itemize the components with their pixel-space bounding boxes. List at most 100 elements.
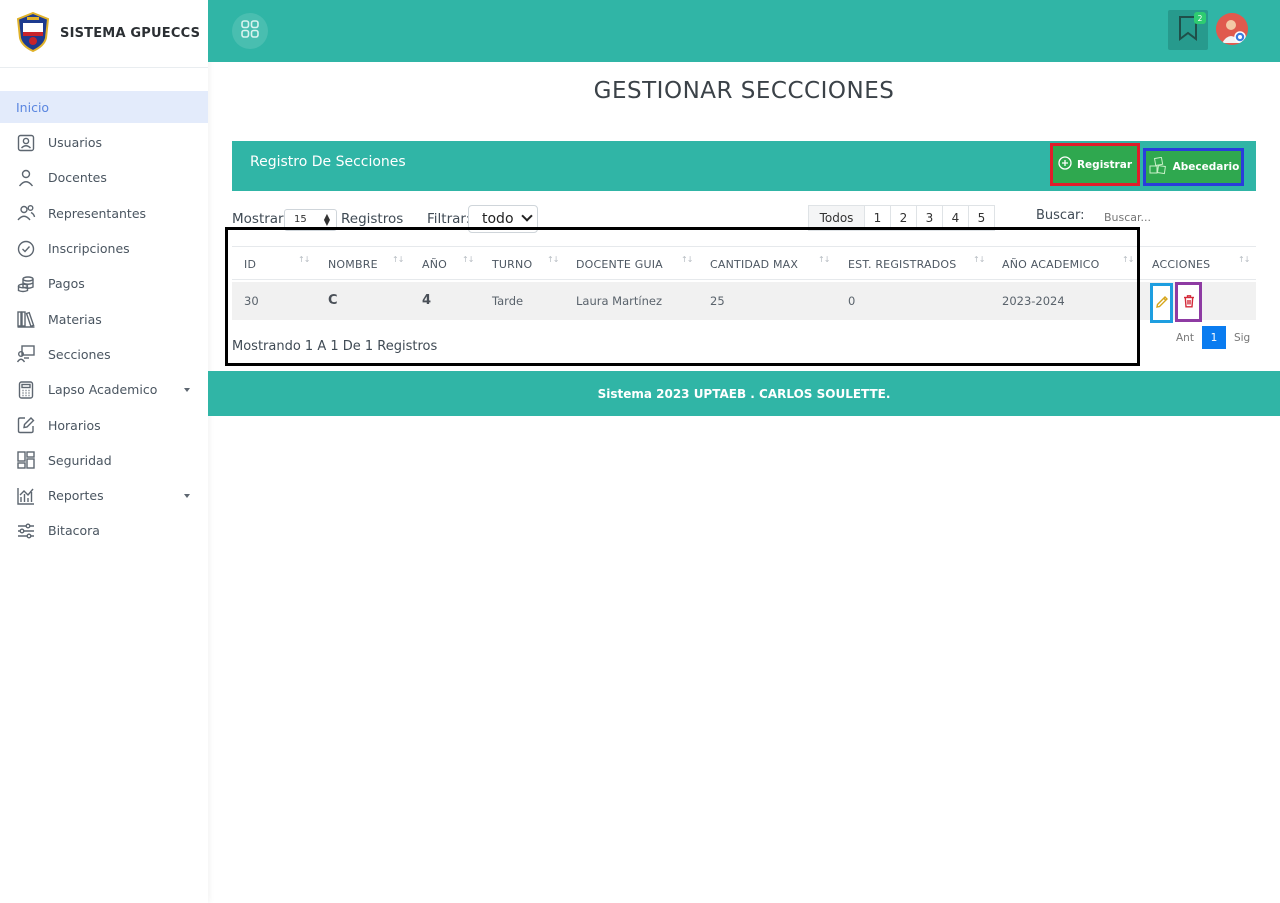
card-title: Registro De Secciones xyxy=(250,154,406,170)
plus-circle-icon xyxy=(1058,156,1072,173)
grid-icon xyxy=(240,19,260,43)
filter-select[interactable]: todo xyxy=(468,205,538,233)
pagination: Ant 1 Sig xyxy=(1176,326,1250,349)
register-button-label: Registrar xyxy=(1076,158,1133,171)
sort-icon[interactable]: ↑↓ xyxy=(298,255,310,264)
sort-icon[interactable]: ↑↓ xyxy=(1238,255,1250,264)
sidebar-item-bitacora[interactable]: Bitacora xyxy=(0,513,208,548)
column-header-acciones: ACCIONES xyxy=(1152,258,1211,271)
chevron-down-icon xyxy=(521,210,533,222)
pager-option[interactable]: 2 xyxy=(890,206,916,230)
cell-cantidad-max: 25 xyxy=(710,294,725,308)
sliders-icon xyxy=(16,521,36,541)
brand-name: SISTEMA GPUECCS xyxy=(60,26,201,41)
sort-icon[interactable]: ↑↓ xyxy=(547,255,559,264)
sidebar-item-reportes[interactable]: Reportes xyxy=(0,478,208,513)
current-page-button[interactable]: 1 xyxy=(1201,326,1226,349)
search-input[interactable] xyxy=(1100,206,1240,228)
page-size-value: 15 xyxy=(294,214,307,225)
check-circle-icon xyxy=(16,239,36,259)
show-label: Mostrar xyxy=(232,211,284,227)
pager-option[interactable]: 3 xyxy=(916,206,942,230)
spinner-arrows-icon: ▲ ▼ xyxy=(323,212,330,227)
column-header-docente-guia[interactable]: DOCENTE GUIA xyxy=(576,258,663,271)
sidebar-item-label: Representantes xyxy=(48,205,147,221)
filter-value: todo xyxy=(482,211,514,227)
sidebar-item-label: Inscripciones xyxy=(48,241,130,257)
pager-option[interactable]: 5 xyxy=(968,206,994,230)
column-header-anio[interactable]: AÑO xyxy=(422,258,447,271)
cell-turno: Tarde xyxy=(492,294,524,308)
edit-button[interactable] xyxy=(1150,283,1173,323)
column-header-est-registrados[interactable]: EST. REGISTRADOS xyxy=(848,258,956,271)
cell-nombre: C xyxy=(328,293,338,308)
sidebar-item-usuarios[interactable]: Usuarios xyxy=(0,125,208,160)
sort-icon[interactable]: ↑↓ xyxy=(392,255,404,264)
sidebar-item-label: Materias xyxy=(48,311,102,327)
sidebar-item-label: Inicio xyxy=(16,99,50,115)
sidebar-item-docentes[interactable]: Docentes xyxy=(0,160,208,195)
classroom-icon xyxy=(16,344,36,364)
sidebar-item-representantes[interactable]: Representantes xyxy=(0,196,208,231)
sidebar-item-seguridad[interactable]: Seguridad xyxy=(0,443,208,478)
sidebar-item-lapso-academico[interactable]: Lapso Academico xyxy=(0,372,208,407)
abc-blocks-icon xyxy=(1148,156,1168,178)
sort-icon[interactable]: ↑↓ xyxy=(973,255,985,264)
page-title: GESTIONAR SECCCIONES xyxy=(593,78,895,104)
notification-badge: 2 xyxy=(1194,12,1206,24)
column-header-turno[interactable]: TURNO xyxy=(492,258,532,271)
search-label: Buscar: xyxy=(1036,208,1085,223)
pager-option[interactable]: 4 xyxy=(942,206,968,230)
menu-toggle-button[interactable] xyxy=(232,13,268,49)
year-filter-pager: Todos 1 2 3 4 5 xyxy=(808,205,995,231)
alphabet-button[interactable]: Abecedario xyxy=(1143,148,1244,186)
sidebar-item-horarios[interactable]: Horarios xyxy=(0,407,208,442)
card-header: Registro De Secciones Registrar Abecedar… xyxy=(232,141,1256,191)
avatar[interactable] xyxy=(1216,13,1248,45)
sidebar-item-label: Reportes xyxy=(48,488,104,504)
sidebar-item-label: Docentes xyxy=(48,170,107,186)
sidebar-item-inscripciones[interactable]: Inscripciones xyxy=(0,231,208,266)
sidebar-item-materias[interactable]: Materias xyxy=(0,301,208,336)
footer: Sistema 2023 UPTAEB . CARLOS SOULETTE. xyxy=(208,371,1280,416)
sidebar-item-label: Horarios xyxy=(48,417,101,433)
brand[interactable]: SISTEMA GPUECCS xyxy=(0,0,208,68)
sort-icon[interactable]: ↑↓ xyxy=(1122,255,1134,264)
person-icon xyxy=(16,168,36,188)
topbar: 2 xyxy=(208,0,1280,62)
column-header-nombre[interactable]: NOMBRE xyxy=(328,258,378,271)
pager-option-todos[interactable]: Todos xyxy=(809,206,864,230)
sort-icon[interactable]: ↑↓ xyxy=(462,255,474,264)
pager-option[interactable]: 1 xyxy=(864,206,890,230)
column-header-anio-academico[interactable]: AÑO ACADEMICO xyxy=(1002,258,1100,271)
cell-anio: 4 xyxy=(422,293,432,308)
cell-anio-academico: 2023-2024 xyxy=(1002,294,1065,308)
coins-icon xyxy=(16,274,36,294)
column-header-id[interactable]: ID xyxy=(244,258,256,271)
sort-icon[interactable]: ↑↓ xyxy=(681,255,693,264)
table-header: ID ↑↓ NOMBRE ↑↓ AÑO ↑↓ TURNO ↑↓ DOCENTE … xyxy=(232,246,1256,280)
next-page-button[interactable]: Sig xyxy=(1234,332,1250,344)
alphabet-button-label: Abecedario xyxy=(1172,161,1240,173)
sidebar-item-label: Lapso Academico xyxy=(48,382,158,398)
caret-down-icon xyxy=(184,387,190,392)
notifications-button[interactable]: 2 xyxy=(1168,10,1208,50)
register-button[interactable]: Registrar xyxy=(1050,143,1140,186)
column-header-cantidad-max[interactable]: CANTIDAD MAX xyxy=(710,258,798,271)
chart-icon xyxy=(16,486,36,506)
sidebar-item-label: Pagos xyxy=(48,276,85,292)
sidebar-item-secciones[interactable]: Secciones xyxy=(0,337,208,372)
sidebar-item-pagos[interactable]: Pagos xyxy=(0,266,208,301)
edit-icon xyxy=(16,415,36,435)
records-label: Registros xyxy=(341,211,404,227)
sidebar-item-label: Secciones xyxy=(48,346,111,362)
cell-id: 30 xyxy=(244,294,259,308)
people-icon xyxy=(16,203,36,223)
prev-page-button[interactable]: Ant xyxy=(1176,332,1194,344)
page-size-select[interactable]: 15 ▲ ▼ xyxy=(284,209,337,231)
table-row: 30 C 4 Tarde Laura Martínez 25 0 2023-20… xyxy=(232,282,1256,323)
sort-icon[interactable]: ↑↓ xyxy=(818,255,830,264)
sidebar-item-inicio[interactable]: Inicio xyxy=(0,91,208,123)
delete-button[interactable] xyxy=(1175,282,1202,322)
sidebar-item-label: Seguridad xyxy=(48,452,112,468)
